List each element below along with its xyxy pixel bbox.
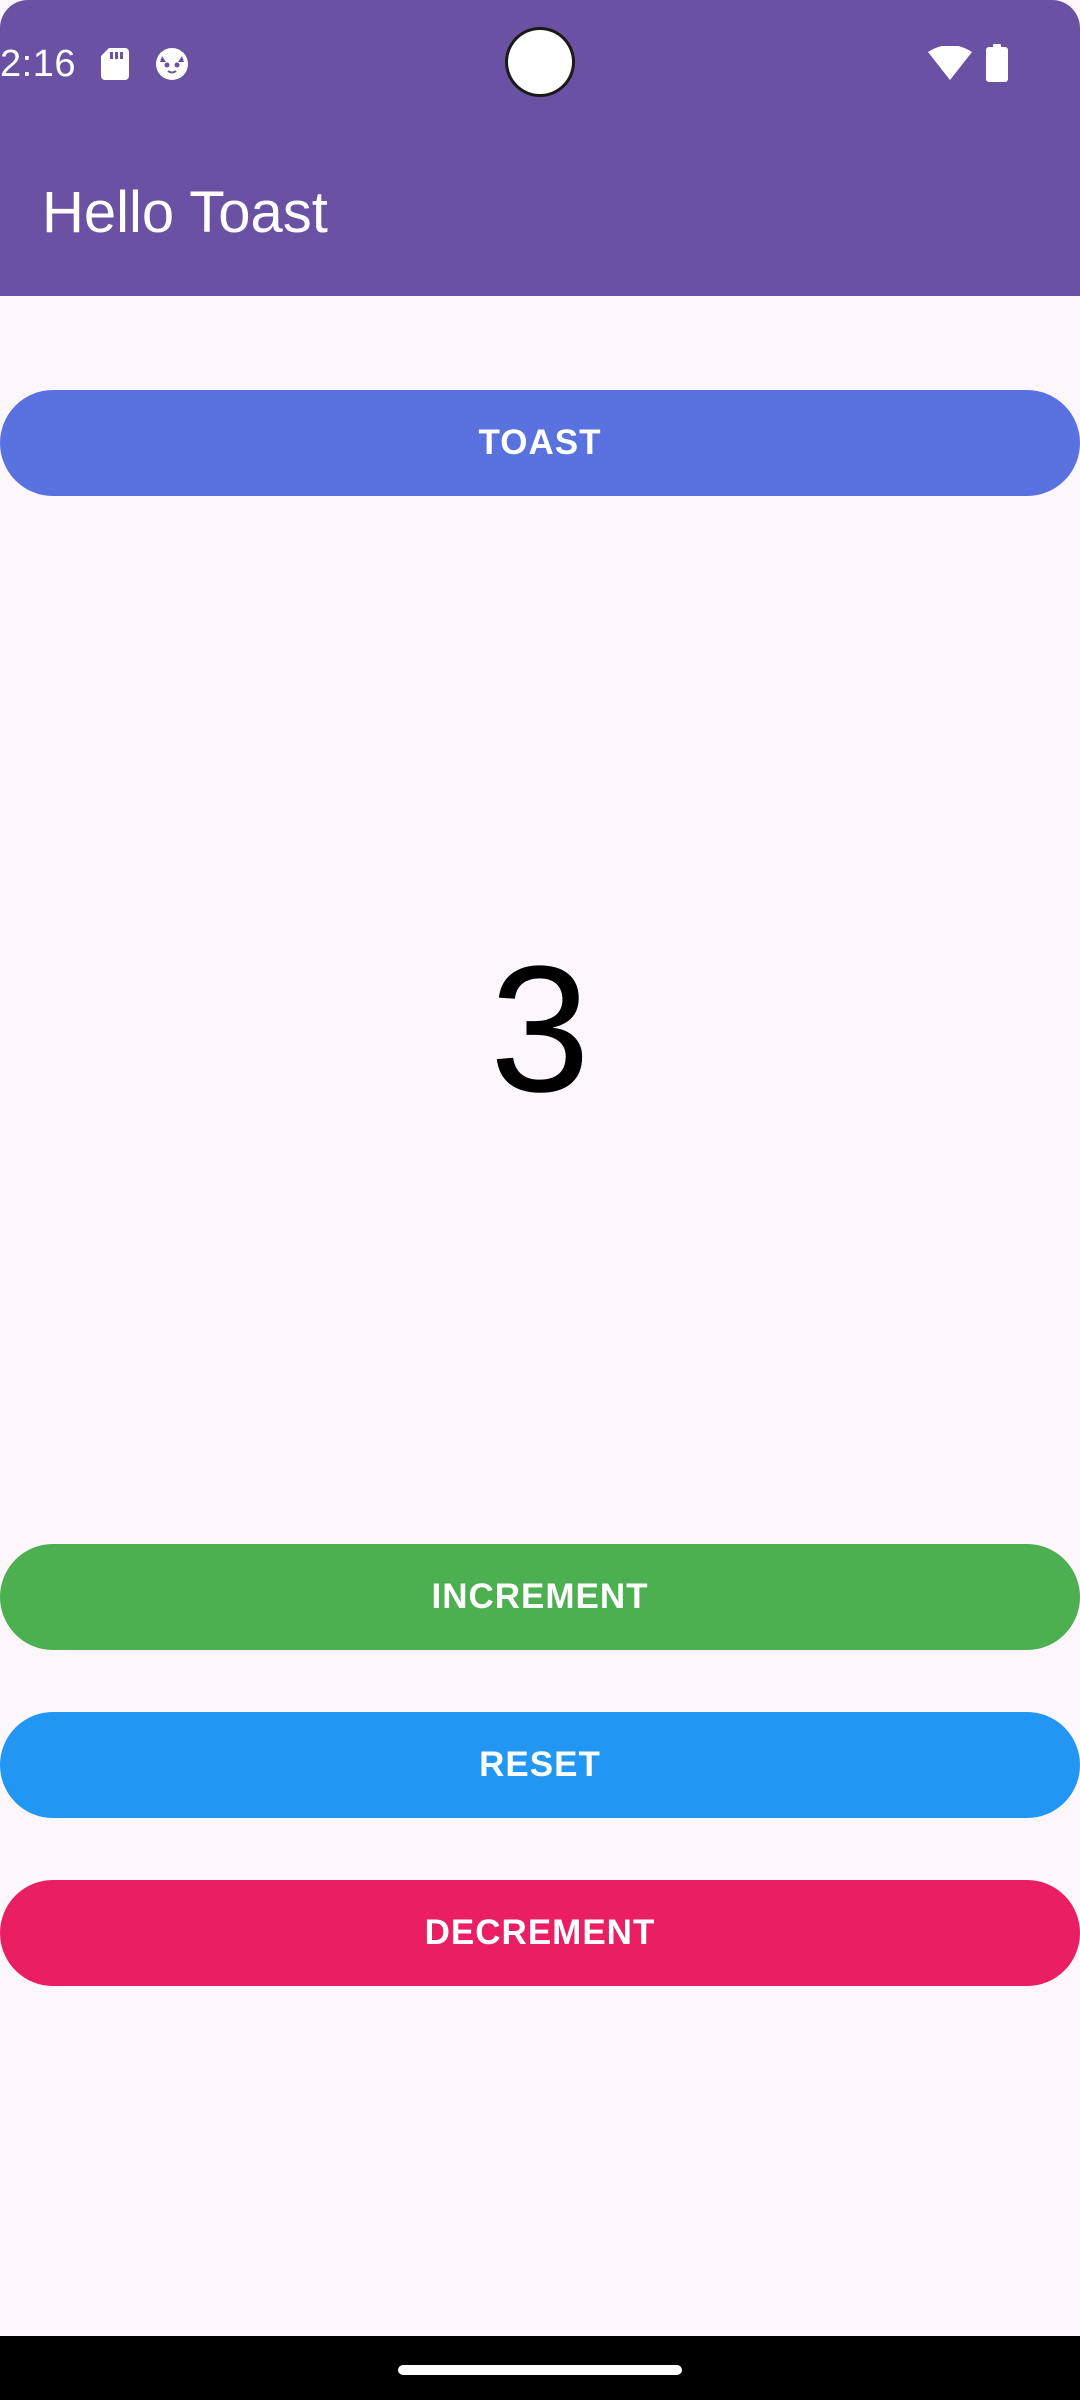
decrement-button[interactable]: DECREMENT (0, 1880, 1080, 1986)
count-display: 3 (489, 929, 591, 1130)
reset-button[interactable]: RESET (0, 1712, 1080, 1818)
navigation-bar (0, 2336, 1080, 2400)
cat-face-icon (154, 46, 190, 82)
app-bar: Hello Toast (0, 128, 1080, 296)
sd-card-icon (101, 48, 129, 80)
app-title: Hello Toast (42, 180, 328, 245)
battery-icon (986, 44, 1008, 82)
status-bar: 2:16 (0, 0, 1080, 128)
status-time: 2:16 (0, 43, 76, 85)
camera-cutout (508, 30, 572, 94)
increment-button[interactable]: INCREMENT (0, 1544, 1080, 1650)
wifi-icon (928, 45, 972, 80)
home-handle[interactable] (398, 2365, 682, 2375)
toast-button[interactable]: TOAST (0, 390, 1080, 496)
